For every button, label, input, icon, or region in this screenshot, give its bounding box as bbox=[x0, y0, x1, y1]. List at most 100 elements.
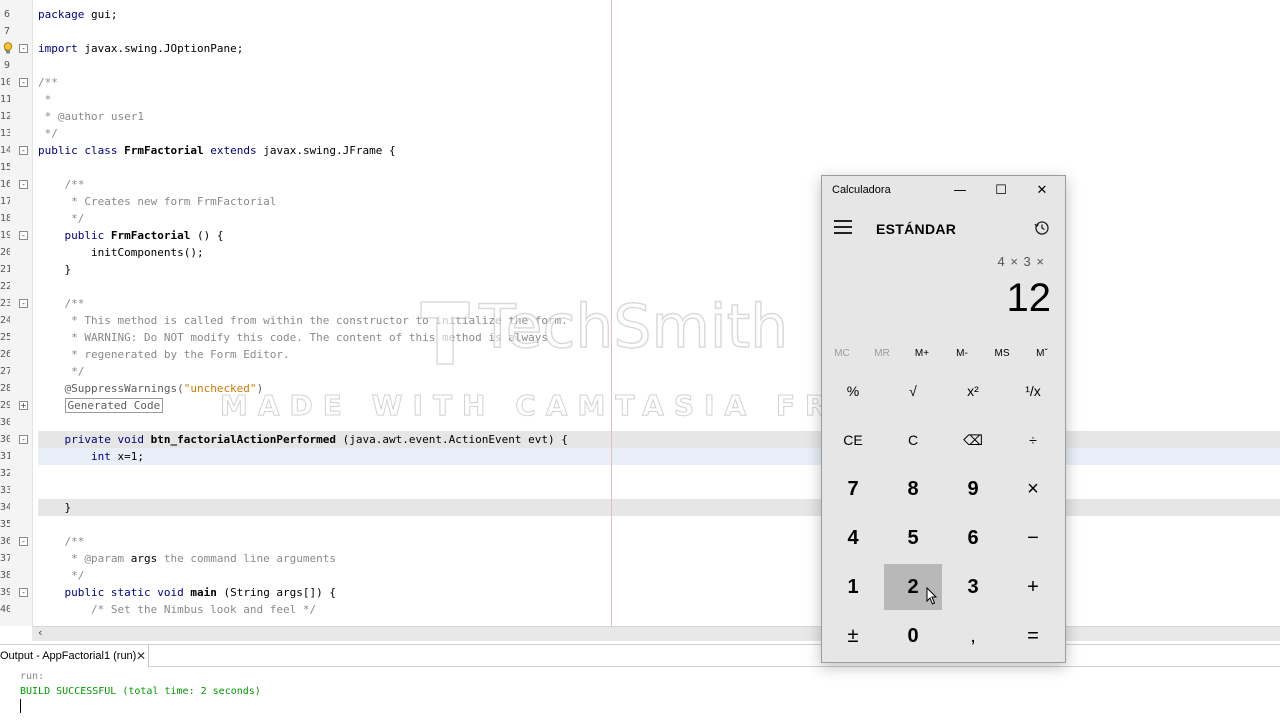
code-line[interactable]: 16- /** bbox=[0, 176, 1280, 193]
memory-store-button[interactable]: MS bbox=[982, 348, 1022, 359]
code-editor[interactable]: 6package gui;78-import javax.swing.JOpti… bbox=[0, 0, 1280, 626]
code-line[interactable]: 15 bbox=[0, 159, 1280, 176]
scroll-left-icon[interactable]: ‹ bbox=[38, 626, 42, 639]
horizontal-scrollbar[interactable]: ‹ bbox=[32, 626, 1280, 641]
code-text: /** bbox=[38, 176, 84, 193]
memory-subtract-button[interactable]: M- bbox=[942, 348, 982, 359]
code-line[interactable]: 13 */ bbox=[0, 125, 1280, 142]
code-line[interactable]: 37 * @param args the command line argume… bbox=[0, 550, 1280, 567]
code-line[interactable]: 11 * bbox=[0, 91, 1280, 108]
digit-4-button[interactable]: 4 bbox=[824, 515, 882, 561]
collapse-fold-icon[interactable]: - bbox=[19, 231, 28, 240]
code-line[interactable]: 29 + Generated Code bbox=[0, 397, 1280, 414]
code-line[interactable]: 8-import javax.swing.JOptionPane; bbox=[0, 40, 1280, 57]
add-button[interactable]: + bbox=[1004, 564, 1062, 610]
collapse-fold-icon[interactable]: - bbox=[19, 588, 28, 597]
digit-1-button[interactable]: 1 bbox=[824, 564, 882, 610]
square-root-button[interactable]: √ bbox=[884, 368, 942, 414]
code-line[interactable]: 35 bbox=[0, 516, 1280, 533]
digit-9-button[interactable]: 9 bbox=[944, 466, 1002, 512]
code-line[interactable]: 28 @SuppressWarnings("unchecked") bbox=[0, 380, 1280, 397]
collapse-fold-icon[interactable]: - bbox=[19, 78, 28, 87]
code-line[interactable]: 27 */ bbox=[0, 363, 1280, 380]
code-line[interactable]: 40 /* Set the Nimbus look and feel */ bbox=[0, 601, 1280, 618]
decimal-button[interactable]: , bbox=[944, 613, 1002, 659]
code-line[interactable]: 33 bbox=[0, 482, 1280, 499]
code-line[interactable]: 26 * regenerated by the Form Editor. bbox=[0, 346, 1280, 363]
result-display: 12 bbox=[1006, 276, 1052, 320]
negate-button[interactable]: ± bbox=[824, 613, 882, 659]
code-line[interactable]: 34 } bbox=[0, 499, 1280, 516]
maximize-button[interactable]: ☐ bbox=[981, 176, 1021, 206]
code-line[interactable]: 19- public FrmFactorial () { bbox=[0, 227, 1280, 244]
memory-recall-button[interactable]: MR bbox=[862, 348, 902, 359]
percent-button[interactable]: % bbox=[824, 368, 882, 414]
subtract-button[interactable]: − bbox=[1004, 515, 1062, 561]
code-text: */ bbox=[38, 567, 84, 584]
code-token: private void bbox=[38, 433, 144, 446]
history-icon[interactable] bbox=[1034, 220, 1050, 236]
line-number: 40 bbox=[0, 604, 10, 615]
divide-button[interactable]: ÷ bbox=[1004, 417, 1062, 463]
collapse-fold-icon[interactable]: - bbox=[19, 299, 28, 308]
code-line[interactable]: 23- /** bbox=[0, 295, 1280, 312]
code-line[interactable]: 30 bbox=[0, 414, 1280, 431]
code-line[interactable]: 20 initComponents(); bbox=[0, 244, 1280, 261]
code-token: } bbox=[38, 501, 72, 514]
close-button[interactable]: ✕ bbox=[1022, 176, 1062, 206]
code-line[interactable]: 21 } bbox=[0, 261, 1280, 278]
expand-fold-icon[interactable]: + bbox=[19, 401, 28, 410]
code-line[interactable]: 7 bbox=[0, 23, 1280, 40]
line-number: 23 bbox=[0, 298, 10, 309]
collapse-fold-icon[interactable]: - bbox=[19, 180, 28, 189]
code-line[interactable]: 31 int x=1; bbox=[0, 448, 1280, 465]
multiply-button[interactable]: × bbox=[1004, 466, 1062, 512]
digit-7-button[interactable]: 7 bbox=[824, 466, 882, 512]
collapse-fold-icon[interactable]: - bbox=[19, 146, 28, 155]
code-line[interactable]: 14- public class FrmFactorial extends jav… bbox=[0, 142, 1280, 159]
memory-clear-button[interactable]: MC bbox=[822, 348, 862, 359]
collapse-fold-icon[interactable]: - bbox=[19, 435, 28, 444]
line-number: 29 bbox=[0, 400, 10, 411]
reciprocal-button[interactable]: ¹/x bbox=[1004, 368, 1062, 414]
code-line[interactable]: 25 * WARNING: Do NOT modify this code. T… bbox=[0, 329, 1280, 346]
code-line[interactable]: 24 * This method is called from within t… bbox=[0, 312, 1280, 329]
code-line[interactable]: 22 bbox=[0, 278, 1280, 295]
memory-add-button[interactable]: M+ bbox=[902, 348, 942, 359]
clear-button[interactable]: C bbox=[884, 417, 942, 463]
close-icon[interactable]: ✕ bbox=[136, 645, 146, 667]
digit-6-button[interactable]: 6 bbox=[944, 515, 1002, 561]
code-line[interactable]: 18 */ bbox=[0, 210, 1280, 227]
equals-button[interactable]: = bbox=[1004, 613, 1062, 659]
hint-bulb-icon[interactable] bbox=[3, 42, 13, 54]
output-tab[interactable]: Output - AppFactorial1 (run) ✕ bbox=[0, 645, 149, 668]
hamburger-menu-icon[interactable] bbox=[834, 220, 852, 234]
code-line[interactable]: 9 bbox=[0, 57, 1280, 74]
code-line[interactable]: 39- public static void main (String args… bbox=[0, 584, 1280, 601]
code-line[interactable]: 17 * Creates new form FrmFactorial bbox=[0, 193, 1280, 210]
digit-5-button[interactable]: 5 bbox=[884, 515, 942, 561]
collapse-fold-icon[interactable]: - bbox=[19, 44, 28, 53]
clear-entry-button[interactable]: CE bbox=[824, 417, 882, 463]
code-line[interactable]: 38 */ bbox=[0, 567, 1280, 584]
generated-code-fold[interactable]: Generated Code bbox=[64, 398, 164, 413]
code-line[interactable]: 36- /** bbox=[0, 533, 1280, 550]
collapse-fold-icon[interactable]: - bbox=[19, 537, 28, 546]
line-number: 10 bbox=[0, 77, 10, 88]
window-title: Calculadora bbox=[832, 184, 891, 196]
memory-list-button[interactable]: Mˇ bbox=[1022, 348, 1062, 359]
code-text: private void btn_factorialActionPerforme… bbox=[38, 431, 567, 448]
calculator-window[interactable]: Calculadora — ☐ ✕ ESTÁNDAR 4 × 3 × 12 MC… bbox=[821, 175, 1066, 663]
square-button[interactable]: x² bbox=[944, 368, 1002, 414]
backspace-button[interactable]: ⌫ bbox=[944, 417, 1002, 463]
code-line[interactable]: 12 * @author user1 bbox=[0, 108, 1280, 125]
code-line[interactable]: 6 package gui; bbox=[0, 6, 1280, 23]
digit-8-button[interactable]: 8 bbox=[884, 466, 942, 512]
digit-3-button[interactable]: 3 bbox=[944, 564, 1002, 610]
digit-0-button[interactable]: 0 bbox=[884, 613, 942, 659]
minimize-button[interactable]: — bbox=[940, 176, 980, 206]
code-line[interactable]: 32 bbox=[0, 465, 1280, 482]
line-number: 30 bbox=[0, 417, 10, 428]
code-line[interactable]: 10- /** bbox=[0, 74, 1280, 91]
code-line[interactable]: 30- private void btn_factorialActionPerf… bbox=[0, 431, 1280, 448]
